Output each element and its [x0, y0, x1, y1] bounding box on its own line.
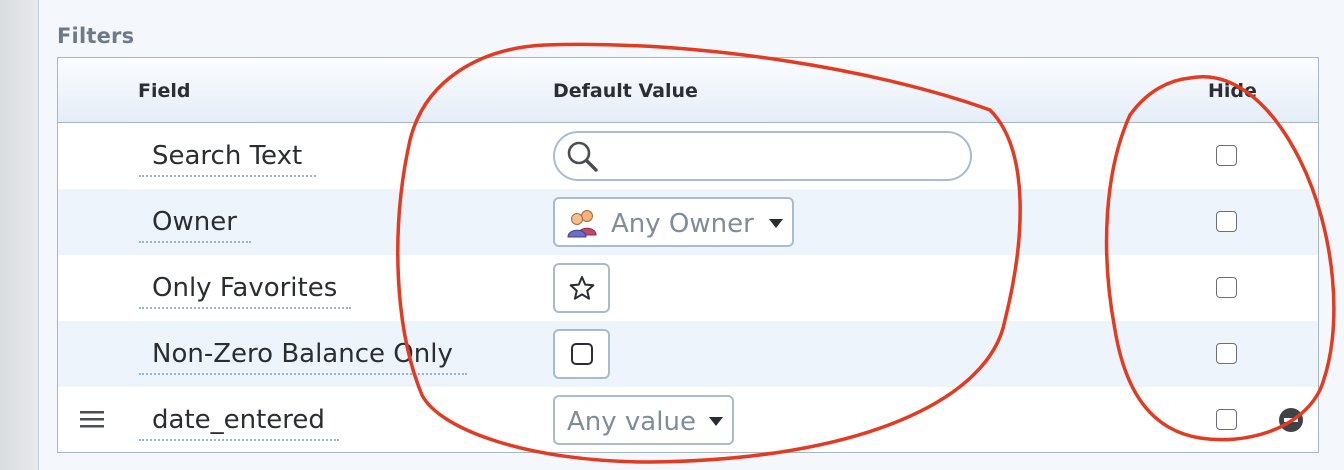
non-zero-balance-toggle[interactable]	[553, 329, 610, 379]
chevron-down-icon	[709, 417, 723, 426]
users-icon	[567, 208, 599, 243]
field-label-only-favorites[interactable]: Only Favorites	[139, 273, 352, 309]
hide-checkbox-date-entered[interactable]	[1216, 409, 1237, 430]
field-label-date-entered[interactable]: date_entered	[139, 405, 339, 441]
column-header-default-value: Default Value	[553, 80, 698, 102]
hide-checkbox-only-favorites[interactable]	[1216, 277, 1237, 298]
field-label-search-text[interactable]: Search Text	[139, 141, 317, 177]
left-gutter	[0, 0, 38, 470]
owner-select-value: Any Owner	[611, 209, 754, 239]
search-text-default-input[interactable]	[553, 131, 972, 181]
field-label-non-zero-balance[interactable]: Non-Zero Balance Only	[139, 339, 467, 375]
hide-checkbox-search-text[interactable]	[1216, 145, 1237, 166]
remove-circle-icon[interactable]	[1278, 407, 1304, 438]
column-header-hide: Hide	[1208, 80, 1257, 102]
only-favorites-toggle[interactable]	[553, 263, 610, 313]
owner-select[interactable]: Any Owner	[553, 197, 794, 247]
date-entered-select-value: Any value	[567, 407, 696, 437]
column-header-field: Field	[138, 80, 191, 102]
field-label-owner[interactable]: Owner	[139, 207, 251, 243]
search-text-field[interactable]	[611, 137, 951, 175]
chevron-down-icon	[769, 219, 783, 228]
table-header: Field Default Value Hide	[58, 58, 1318, 123]
drag-handle-icon[interactable]	[80, 409, 104, 434]
filter-row-non-zero-balance: Non-Zero Balance Only	[58, 321, 1318, 387]
search-icon	[565, 139, 601, 180]
filter-row-owner: Owner Any Owner	[58, 189, 1318, 255]
filter-row-search-text: Search Text	[58, 123, 1318, 189]
hide-checkbox-non-zero-balance[interactable]	[1216, 343, 1237, 364]
filter-row-date-entered: date_entered Any value	[58, 387, 1318, 453]
filters-table: Field Default Value Hide Search Text Own…	[57, 57, 1319, 453]
empty-checkbox-icon	[570, 343, 593, 365]
filter-row-only-favorites: Only Favorites	[58, 255, 1318, 321]
hide-checkbox-owner[interactable]	[1216, 211, 1237, 232]
section-title: Filters	[57, 24, 135, 48]
date-entered-select[interactable]: Any value	[553, 395, 734, 445]
star-outline-icon	[569, 276, 594, 300]
